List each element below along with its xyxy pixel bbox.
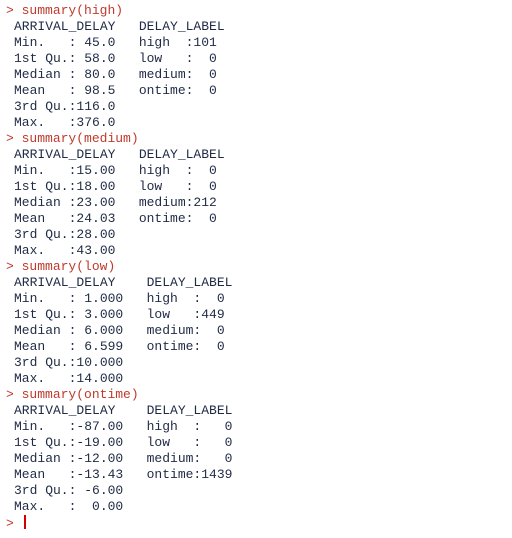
output-line: Median : 6.000 medium: 0 xyxy=(14,323,225,338)
output-line: Mean : 6.599 ontime: 0 xyxy=(14,339,225,354)
output-line: ARRIVAL_DELAY DELAY_LABEL xyxy=(14,403,233,418)
output-line: Mean :24.03 ontime: 0 xyxy=(14,211,217,226)
output-line: 3rd Qu.: -6.00 xyxy=(14,483,124,498)
command-line: > summary(ontime) xyxy=(0,387,512,403)
output-line: Median :-12.00 medium: 0 xyxy=(14,451,233,466)
output-line: Min. : 45.0 high :101 xyxy=(14,35,217,50)
output-line: 1st Qu.: 58.0 low : 0 xyxy=(14,51,217,66)
output-line: Median : 80.0 medium: 0 xyxy=(14,67,217,82)
output-line: 1st Qu.:18.00 low : 0 xyxy=(14,179,217,194)
prompt-symbol: > xyxy=(6,131,14,146)
output-line: ARRIVAL_DELAY DELAY_LABEL xyxy=(14,19,225,34)
command-text: summary(ontime) xyxy=(21,387,139,402)
output-line: Min. : 1.000 high : 0 xyxy=(14,291,225,306)
output-line: Median :23.00 medium:212 xyxy=(14,195,217,210)
prompt-symbol: > xyxy=(6,516,14,531)
r-console[interactable]: > summary(high) ARRIVAL_DELAY DELAY_LABE… xyxy=(0,0,512,538)
output-line: ARRIVAL_DELAY DELAY_LABEL xyxy=(14,275,233,290)
output-line: Max. :43.00 xyxy=(14,243,116,258)
active-prompt-line[interactable]: > xyxy=(0,515,512,531)
output-line: 1st Qu.: 3.000 low :449 xyxy=(14,307,225,322)
command-text: summary(low) xyxy=(21,259,116,274)
output-line: 1st Qu.:-19.00 low : 0 xyxy=(14,435,233,450)
output-line: Max. :14.000 xyxy=(14,371,124,386)
prompt-symbol: > xyxy=(6,259,14,274)
text-cursor xyxy=(23,515,26,529)
output-line: 3rd Qu.:28.00 xyxy=(14,227,116,242)
output-line: 3rd Qu.:116.0 xyxy=(14,99,116,114)
command-line: > summary(medium) xyxy=(0,131,512,147)
output-line: Min. :-87.00 high : 0 xyxy=(14,419,233,434)
output-line: Mean :-13.43 ontime:1439 xyxy=(14,467,233,482)
command-text: summary(high) xyxy=(21,3,124,18)
output-line: Max. : 0.00 xyxy=(14,499,124,514)
command-line: > summary(low) xyxy=(0,259,512,275)
output-line: Max. :376.0 xyxy=(14,115,116,130)
prompt-symbol: > xyxy=(6,3,14,18)
output-line: ARRIVAL_DELAY DELAY_LABEL xyxy=(14,147,225,162)
output-line: Min. :15.00 high : 0 xyxy=(14,163,217,178)
command-line: > summary(high) xyxy=(0,3,512,19)
command-text: summary(medium) xyxy=(21,131,139,146)
prompt-symbol: > xyxy=(6,387,14,402)
output-line: Mean : 98.5 ontime: 0 xyxy=(14,83,217,98)
output-line: 3rd Qu.:10.000 xyxy=(14,355,124,370)
